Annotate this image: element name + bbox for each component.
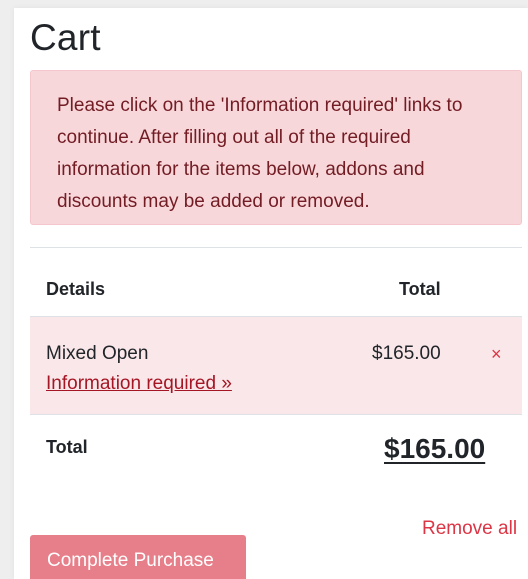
alert-message: Please click on the 'Information require…	[57, 95, 463, 212]
cart-item-row: Mixed Open Information required » $165.0…	[30, 317, 522, 414]
column-header-details: Details	[46, 279, 106, 299]
item-name: Mixed Open	[46, 343, 149, 364]
info-required-alert: Please click on the 'Information require…	[30, 70, 522, 225]
item-divider	[30, 414, 522, 415]
remove-all-link[interactable]: Remove all	[422, 517, 517, 541]
item-price: $165.00	[372, 343, 441, 364]
complete-purchase-button[interactable]: Complete Purchase	[30, 535, 246, 579]
column-header-total: Total	[399, 279, 441, 299]
remove-item-icon[interactable]: ×	[491, 342, 502, 366]
information-required-link[interactable]: Information required »	[46, 372, 232, 396]
page-title: Cart	[30, 17, 101, 58]
cart-panel: Cart Please click on the 'Information re…	[14, 8, 528, 579]
total-amount: $165.00	[384, 433, 486, 464]
total-label: Total	[46, 437, 88, 457]
table-top-divider	[30, 247, 522, 248]
